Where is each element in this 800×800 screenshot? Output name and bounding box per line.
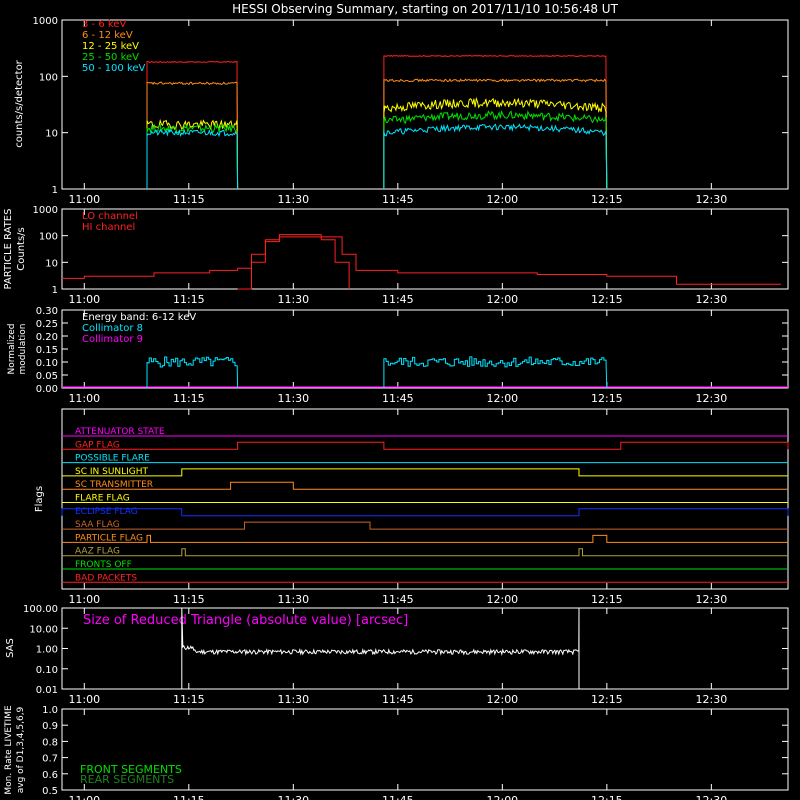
particle-legend-item: LO channel [82,211,138,222]
lightcurve-ylabel: counts/s/detector [14,59,25,147]
flags-panel-xtick-label: 11:45 [382,593,414,606]
lightcurve-panel-xtick-label: 11:45 [382,193,414,206]
livetime-panel-xtick-label: 12:15 [591,794,623,800]
sas-title: Size of Reduced Triangle (absolute value… [83,613,408,628]
flags-panel-xtick-label: 11:30 [277,593,309,606]
flags-panel-xtick-label: 12:00 [486,593,518,606]
modulation-ytick-label: 0.15 [36,345,58,356]
modulation-ytick-label: 0.30 [36,306,58,317]
lightcurve-ytick-label: 10 [45,129,58,140]
sas-panel-xtick-label: 11:45 [382,693,414,706]
chart-title: HESSI Observing Summary, starting on 201… [232,2,618,16]
sas-ytick-label: 1.00 [36,645,58,656]
modulation-legend-item: Collimator 8 [82,323,143,334]
lightcurve-legend-item: 50 - 100 keV [82,63,146,74]
lightcurve-panel-xtick-label: 11:15 [173,193,205,206]
modulation-panel-xtick-label: 11:30 [277,392,309,405]
sas-panel-xtick-label: 12:15 [591,693,623,706]
flags-panel-xtick-label: 12:15 [591,593,623,606]
livetime-ylabel-1: Mon. Rate LIVETIME [4,705,14,795]
lightcurve-panel-xtick-label: 11:30 [277,193,309,206]
lightcurve-legend-item: 12 - 25 keV [82,41,139,52]
modulation-ylabel-1: Normalized [7,323,17,374]
particle-panel-xtick-label: 11:30 [277,293,309,306]
livetime-legend-item: REAR SEGMENTS [80,773,174,786]
lightcurve-ytick-label: 1000 [33,16,58,27]
modulation-panel-xtick-label: 11:00 [68,392,100,405]
sas-panel-xtick-label: 11:30 [277,693,309,706]
livetime-ytick-label: 0.7 [42,754,58,765]
livetime-panel-xtick-label: 11:15 [173,794,205,800]
livetime-ytick-label: 0.6 [42,770,58,781]
lightcurve-legend-item: 25 - 50 keV [82,52,139,63]
livetime-panel-xtick-label: 12:30 [696,794,728,800]
modulation-panel-xtick-label: 11:15 [173,392,205,405]
modulation-panel-xtick-label: 12:30 [696,392,728,405]
modulation-ytick-label: 0.20 [36,332,58,343]
particle-panel-xtick-label: 11:00 [68,293,100,306]
sas-ytick-label: 10.00 [29,624,58,635]
particle-panel-xtick-label: 12:30 [696,293,728,306]
modulation-ytick-label: 0.05 [36,371,58,382]
modulation-ylabel-2: modulation [18,324,28,375]
particle-panel-xtick-label: 11:45 [382,293,414,306]
particle-ylabel-1: PARTICLE RATES [3,209,14,290]
sas-panel-xtick-label: 11:00 [68,693,100,706]
particle-ytick-label: 100 [39,232,58,243]
livetime-panel-xtick-label: 11:45 [382,794,414,800]
lightcurve-panel-xtick-label: 12:30 [696,193,728,206]
modulation-panel-xtick-label: 12:15 [591,392,623,405]
particle-ytick-label: 1000 [33,205,58,216]
modulation-ytick-label: 0.25 [36,319,58,330]
sas-panel-xtick-label: 12:00 [486,693,518,706]
flags-panel-xtick-label: 11:00 [68,593,100,606]
lightcurve-legend-item: 6 - 12 keV [82,30,133,41]
modulation-ytick-label: 0.00 [36,384,58,395]
livetime-ylabel-2: avg of D1,3,4,5,6,9 [16,706,26,793]
livetime-ytick-label: 0.5 [42,786,58,797]
modulation-legend-item: Collimator 9 [82,334,143,345]
livetime-ytick-label: 1.0 [42,705,58,716]
particle-legend-item: HI channel [82,222,135,233]
lightcurve-panel-xtick-label: 12:00 [486,193,518,206]
modulation-panel-xtick-label: 11:45 [382,392,414,405]
lightcurve-ytick-label: 1 [52,185,58,196]
modulation-panel-xtick-label: 12:00 [486,392,518,405]
lightcurve-panel-xtick-label: 12:15 [591,193,623,206]
sas-ytick-label: 0.01 [36,685,58,696]
modulation-legend-item: Energy band: 6-12 keV [82,312,196,323]
livetime-ytick-label: 0.9 [42,721,58,732]
lightcurve-panel-xtick-label: 11:00 [68,193,100,206]
modulation-ytick-label: 0.10 [36,358,58,369]
sas-ytick-label: 0.10 [36,665,58,676]
livetime-panel-xtick-label: 11:00 [68,794,100,800]
hessi-summary-chart: HESSI Observing Summary, starting on 201… [0,0,800,800]
lightcurve-ytick-label: 100 [39,72,58,83]
particle-panel-xtick-label: 11:15 [173,293,205,306]
particle-ytick-label: 10 [45,258,58,269]
sas-ytick-label: 100.00 [23,604,58,615]
particle-panel-xtick-label: 12:00 [486,293,518,306]
flags-panel-xtick-label: 12:30 [696,593,728,606]
livetime-panel-xtick-label: 12:00 [486,794,518,800]
sas-panel-xtick-label: 12:30 [696,693,728,706]
sas-ylabel: SAS [5,638,16,658]
flags-ylabel: Flags [34,486,45,512]
livetime-panel-xtick-label: 11:30 [277,794,309,800]
lightcurve-legend-item: 3 - 6 keV [82,19,126,30]
particle-panel-xtick-label: 12:15 [591,293,623,306]
sas-panel-xtick-label: 11:15 [173,693,205,706]
livetime-ytick-label: 0.8 [42,737,58,748]
particle-ytick-label: 1 [52,285,58,296]
flags-panel-xtick-label: 11:15 [173,593,205,606]
particle-ylabel-2: Counts/s [16,227,27,271]
